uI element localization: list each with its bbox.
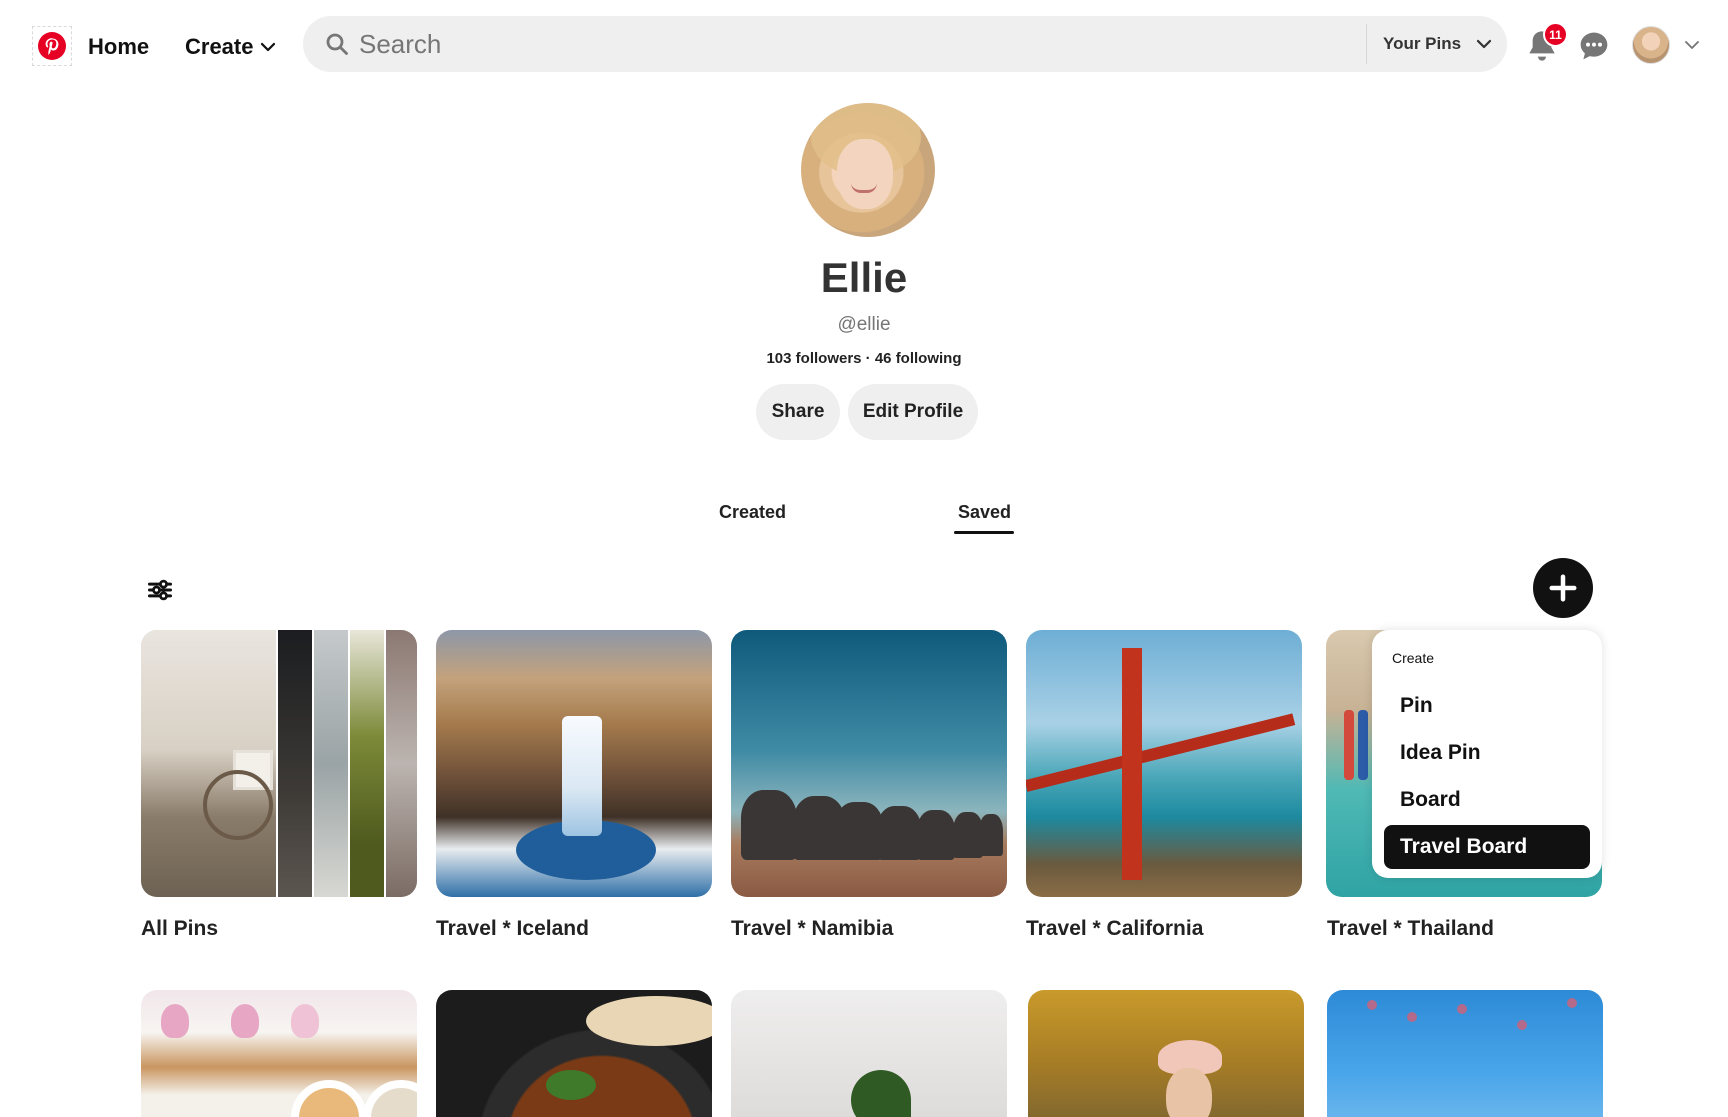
create-dropdown-menu: Create Pin Idea Pin Board Travel Board xyxy=(1372,630,1602,878)
share-button[interactable]: Share xyxy=(756,384,840,440)
board-cover[interactable] xyxy=(1327,990,1603,1117)
active-tab-indicator xyxy=(954,531,1014,534)
cover-detail xyxy=(1166,1068,1212,1117)
board-title[interactable]: Travel * Thailand xyxy=(1327,917,1494,941)
cover-detail xyxy=(741,790,797,860)
cover-detail xyxy=(1122,648,1142,880)
cover-detail xyxy=(231,1004,259,1038)
cover-detail xyxy=(291,1080,367,1117)
edit-profile-button[interactable]: Edit Profile xyxy=(848,384,978,440)
cover-detail xyxy=(917,810,955,860)
profile-name: Ellie xyxy=(820,254,908,301)
cover-detail xyxy=(161,1004,189,1038)
cover-detail xyxy=(1344,710,1354,780)
cover-detail xyxy=(1457,1004,1467,1014)
cover-detail xyxy=(562,716,602,836)
cover-detail xyxy=(546,1070,596,1100)
search-icon xyxy=(326,33,348,55)
menu-header: Create xyxy=(1392,650,1435,666)
menu-item-travel-board[interactable]: Travel Board xyxy=(1384,825,1590,869)
board-cover-image xyxy=(386,630,417,897)
cover-detail xyxy=(203,770,273,840)
cover-detail xyxy=(1567,998,1577,1008)
account-avatar[interactable] xyxy=(1632,26,1670,64)
board-cover-iceland[interactable] xyxy=(436,630,712,897)
board-cover-image xyxy=(350,630,386,897)
board-cover[interactable] xyxy=(436,990,712,1117)
sliders-icon[interactable] xyxy=(146,576,174,604)
board-cover-image xyxy=(314,630,350,897)
board-cover-image xyxy=(141,630,278,897)
board-title[interactable]: Travel * Iceland xyxy=(436,917,589,941)
cover-detail xyxy=(586,996,712,1046)
nav-create-dropdown[interactable]: Create xyxy=(185,34,277,60)
cover-detail xyxy=(1367,1000,1377,1010)
chevron-down-icon xyxy=(1476,39,1492,49)
chevron-down-icon[interactable] xyxy=(1683,36,1701,54)
search-divider xyxy=(1366,24,1367,64)
board-cover[interactable] xyxy=(1028,990,1304,1117)
cover-detail xyxy=(851,1070,911,1117)
profile-avatar xyxy=(801,103,935,237)
cover-detail xyxy=(979,814,1003,856)
menu-item-pin[interactable]: Pin xyxy=(1384,684,1590,728)
search-bar: Your Pins xyxy=(303,16,1507,72)
cover-detail xyxy=(835,802,883,860)
board-title[interactable]: All Pins xyxy=(141,917,218,941)
cover-detail xyxy=(1358,710,1368,780)
board-title[interactable]: Travel * California xyxy=(1026,917,1203,941)
board-cover-image xyxy=(278,630,314,897)
cover-detail xyxy=(291,1004,319,1038)
tab-created[interactable]: Created xyxy=(719,502,786,523)
notification-count-badge: 11 xyxy=(1543,22,1568,47)
profile-follow-stats[interactable]: 103 followers · 46 following xyxy=(0,350,1728,367)
menu-item-idea-pin[interactable]: Idea Pin xyxy=(1384,731,1590,775)
chat-bubble-icon[interactable] xyxy=(1578,30,1610,62)
avatar-face xyxy=(837,139,893,209)
pinterest-logo-icon[interactable] xyxy=(32,26,72,66)
board-cover[interactable] xyxy=(141,990,417,1117)
cover-detail xyxy=(363,1080,417,1117)
board-cover-california[interactable] xyxy=(1026,630,1302,897)
profile-handle: @ellie xyxy=(837,314,891,335)
nav-create-label: Create xyxy=(185,34,254,59)
nav-home-link[interactable]: Home xyxy=(88,34,149,60)
cover-detail xyxy=(877,806,921,860)
board-cover-namibia[interactable] xyxy=(731,630,1007,897)
cover-detail xyxy=(1517,1020,1527,1030)
cover-detail xyxy=(1026,713,1296,792)
search-scope-dropdown[interactable]: Your Pins xyxy=(1383,16,1493,72)
create-button[interactable] xyxy=(1533,558,1593,618)
board-title[interactable]: Travel * Namibia xyxy=(731,917,893,941)
board-cover-all-pins[interactable] xyxy=(141,630,417,897)
search-input[interactable] xyxy=(355,16,1355,72)
board-cover[interactable] xyxy=(731,990,1007,1117)
tab-saved[interactable]: Saved xyxy=(958,502,1011,523)
plus-icon xyxy=(1549,574,1577,602)
chevron-down-icon xyxy=(261,42,276,52)
cover-detail xyxy=(1407,1012,1417,1022)
menu-item-board[interactable]: Board xyxy=(1384,778,1590,822)
search-scope-label: Your Pins xyxy=(1383,34,1462,53)
top-navigation-bar: Home Create Your Pins 11 xyxy=(0,0,1728,90)
